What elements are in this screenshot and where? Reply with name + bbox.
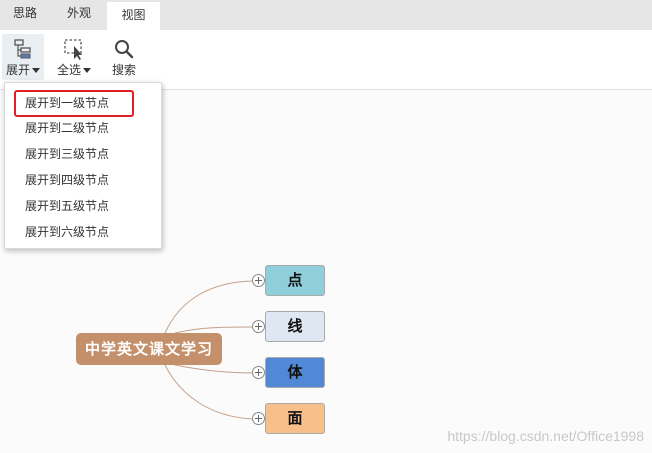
- mindmap-node-xian[interactable]: 线: [265, 311, 325, 342]
- menu-item-expand-level-4[interactable]: 展开到四级节点: [5, 167, 161, 193]
- expand-toggle-icon[interactable]: [252, 320, 265, 333]
- expand-toggle-icon[interactable]: [252, 412, 265, 425]
- menu-item-expand-level-1[interactable]: 展开到一级节点: [14, 90, 134, 117]
- menu-item-expand-level-3[interactable]: 展开到三级节点: [5, 141, 161, 167]
- link-to-ti: [174, 364, 254, 374]
- mindmap-node-ti[interactable]: 体: [265, 357, 325, 388]
- mindmap-root-node[interactable]: 中学英文课文学习: [76, 333, 222, 365]
- mindmap-node-mian[interactable]: 面: [265, 403, 325, 434]
- expand-toggle-icon[interactable]: [252, 274, 265, 287]
- menu-item-expand-level-5[interactable]: 展开到五级节点: [5, 193, 161, 219]
- menu-item-expand-level-6[interactable]: 展开到六级节点: [5, 219, 161, 245]
- expand-dropdown-menu: 展开到一级节点 展开到二级节点 展开到三级节点 展开到四级节点 展开到五级节点 …: [4, 82, 162, 249]
- watermark: https://blog.csdn.net/Office1998: [447, 428, 644, 444]
- expand-toggle-icon[interactable]: [252, 366, 265, 379]
- menu-item-expand-level-2[interactable]: 展开到二级节点: [5, 115, 161, 141]
- link-to-dian: [164, 280, 254, 334]
- mindmap-node-dian[interactable]: 点: [265, 265, 325, 296]
